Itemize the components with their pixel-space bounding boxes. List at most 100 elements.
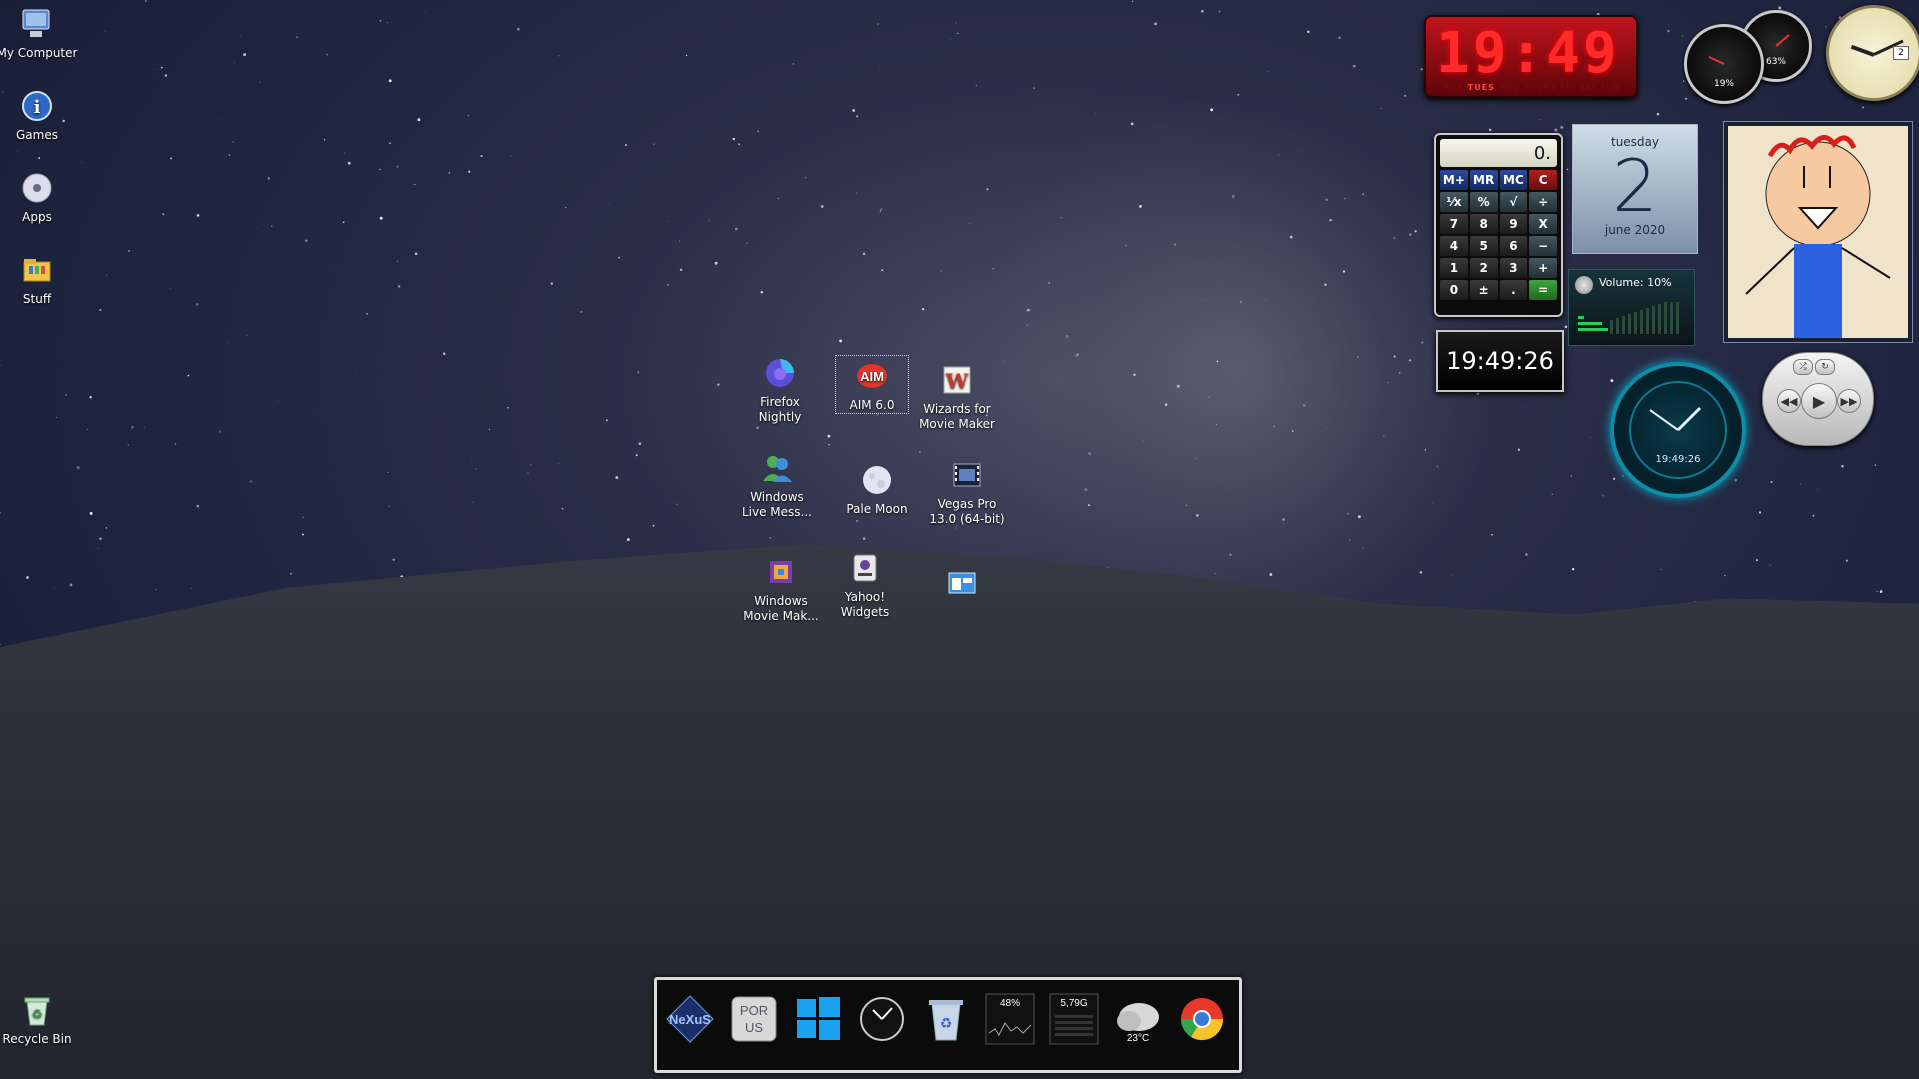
previous-icon[interactable]: ◀◀ xyxy=(1777,389,1801,413)
calc-key-mr[interactable]: MR xyxy=(1469,170,1498,190)
yahoo-widgets-icon[interactable]: Yahoo! Widgets xyxy=(820,548,910,620)
calc-key-2[interactable]: 2 xyxy=(1469,258,1498,278)
svg-text:W: W xyxy=(945,369,969,393)
calc-key-divide[interactable]: ÷ xyxy=(1529,192,1557,212)
calc-key-9[interactable]: 9 xyxy=(1499,214,1528,234)
icon-label: Yahoo! xyxy=(844,590,886,604)
icon-label: Recycle Bin xyxy=(2,1032,72,1046)
firefox-icon xyxy=(760,353,800,393)
aim-icon[interactable]: AIM AIM 6.0 xyxy=(835,355,909,414)
weather-icon[interactable]: 23°C xyxy=(1111,990,1165,1048)
calendar-widget[interactable]: tuesday 2 june 2020 xyxy=(1572,124,1698,254)
play-icon[interactable]: ▶ xyxy=(1801,383,1837,419)
disc-icon xyxy=(17,168,57,208)
led-clock-widget[interactable]: 19:49 MON TUES WED THURS FRI SAT SUN xyxy=(1424,15,1638,98)
calc-key-mplus[interactable]: M+ xyxy=(1440,170,1468,190)
recycle-bin-icon[interactable]: ♻ Recycle Bin xyxy=(0,990,82,1047)
icon-label: Windows xyxy=(750,490,804,504)
film-icon xyxy=(947,455,987,495)
volume-knob-icon[interactable] xyxy=(1575,276,1593,294)
svg-text:48%: 48% xyxy=(1000,998,1020,1009)
icon-label: AIM 6.0 xyxy=(849,398,895,412)
calc-key-sqrt[interactable]: √ xyxy=(1499,192,1528,212)
icon-label: Windows xyxy=(754,594,808,608)
firefox-nightly-icon[interactable]: Firefox Nightly xyxy=(735,353,825,425)
clock-hands xyxy=(1629,381,1727,479)
pale-moon-icon[interactable]: Pale Moon xyxy=(832,460,922,517)
windows-logo-icon[interactable] xyxy=(791,990,845,1048)
cpu-meter-icon[interactable]: 48% xyxy=(983,990,1037,1048)
movie-maker-icon xyxy=(761,552,801,592)
folder-icon xyxy=(17,250,57,290)
calc-key-0[interactable]: 0 xyxy=(1440,280,1468,300)
calc-key-minus[interactable]: − xyxy=(1529,236,1557,256)
vegas-pro-icon[interactable]: Vegas Pro 13.0 (64-bit) xyxy=(922,455,1012,527)
calc-key-percent[interactable]: % xyxy=(1469,192,1498,212)
apps-icon[interactable]: Apps xyxy=(0,168,82,225)
calc-key-1[interactable]: 1 xyxy=(1440,258,1468,278)
photo-frame-widget[interactable] xyxy=(1724,122,1912,342)
icon-label: Movie Maker xyxy=(919,417,995,431)
info-icon: i xyxy=(17,86,57,126)
recycle-bin-dock-icon[interactable]: ♻ xyxy=(919,990,973,1048)
calc-key-clear[interactable]: C xyxy=(1529,170,1557,190)
drive-meter-icon[interactable]: 5,79G xyxy=(1047,990,1101,1048)
svg-text:US: US xyxy=(745,1020,763,1035)
round-clock-widget[interactable]: 19:49:26 xyxy=(1610,362,1746,498)
wizard-icon: W xyxy=(937,360,977,400)
icon-label: Pale Moon xyxy=(846,502,908,516)
cpu-gauge-value: 19% xyxy=(1713,79,1734,89)
wizards-movie-maker-icon[interactable]: W Wizards for Movie Maker xyxy=(912,360,1002,432)
calc-key-negate[interactable]: ± xyxy=(1469,280,1498,300)
icon-label: Vegas Pro xyxy=(937,497,997,511)
svg-text:NeXuS: NeXuS xyxy=(669,1012,711,1027)
calc-key-decimal[interactable]: . xyxy=(1499,280,1528,300)
clock-icon[interactable] xyxy=(855,990,909,1048)
repeat-icon[interactable]: ↻ xyxy=(1815,359,1835,375)
chrome-icon[interactable] xyxy=(1175,990,1229,1048)
calc-key-mc[interactable]: MC xyxy=(1499,170,1528,190)
calc-key-8[interactable]: 8 xyxy=(1469,214,1498,234)
windows-movie-maker-icon[interactable]: Windows Movie Mak... xyxy=(736,552,826,624)
keyboard-layout-icon[interactable]: POR US xyxy=(727,990,781,1048)
led-time: 19:49 xyxy=(1436,21,1620,86)
calc-key-3[interactable]: 3 xyxy=(1499,258,1528,278)
calc-key-5[interactable]: 5 xyxy=(1469,236,1498,256)
icon-label: Movie Mak... xyxy=(743,609,819,623)
cpu-gauge[interactable]: 19% xyxy=(1684,24,1764,104)
icon-label: Stuff xyxy=(22,292,52,306)
media-player-widget[interactable]: ◀◀ ▶ ▶▶ ⤮ ↻ xyxy=(1762,352,1874,446)
calc-key-plus[interactable]: + xyxy=(1529,258,1557,278)
calc-key-6[interactable]: 6 xyxy=(1499,236,1528,256)
volume-bars xyxy=(1578,302,1679,334)
next-icon[interactable]: ▶▶ xyxy=(1837,389,1861,413)
my-computer-icon[interactable]: My Computer xyxy=(0,4,82,61)
control-panel-icon[interactable] xyxy=(917,563,1007,605)
widgets-icon xyxy=(845,548,885,588)
calc-key-7[interactable]: 7 xyxy=(1440,214,1468,234)
volume-widget[interactable]: Volume: 10% xyxy=(1568,269,1695,346)
aim-badge-text: AIM xyxy=(860,369,884,384)
icon-label: 13.0 (64-bit) xyxy=(929,512,1005,526)
calc-key-multiply[interactable]: X xyxy=(1529,214,1557,234)
calc-key-equals[interactable]: = xyxy=(1529,280,1557,300)
recycle-icon: ♻ xyxy=(17,990,57,1030)
computer-icon xyxy=(17,4,57,44)
stuff-icon[interactable]: Stuff xyxy=(0,250,82,307)
windows-live-messenger-icon[interactable]: Windows Live Mess... xyxy=(732,448,822,520)
calc-key-4[interactable]: 4 xyxy=(1440,236,1468,256)
svg-text:POR: POR xyxy=(740,1003,768,1018)
cartoon-image xyxy=(1745,135,1891,338)
window-icon xyxy=(942,563,982,603)
icon-label: Firefox xyxy=(760,395,800,409)
calculator-widget[interactable]: 0. M+ MR MC C ⅟x % √ ÷ 7 8 9 X 4 5 6 − 1… xyxy=(1434,133,1563,317)
games-icon[interactable]: i Games xyxy=(0,86,82,143)
icon-label: Wizards for xyxy=(923,402,991,416)
analog-clock-widget[interactable]: 2 xyxy=(1826,5,1919,101)
calendar-month: june 2020 xyxy=(1604,223,1666,237)
shuffle-icon[interactable]: ⤮ xyxy=(1793,359,1813,375)
messenger-icon xyxy=(757,448,797,488)
digital-clock-widget[interactable]: 19:49:26 xyxy=(1436,330,1564,392)
calc-key-reciprocal[interactable]: ⅟x xyxy=(1440,192,1468,212)
nexus-icon[interactable]: NeXuS xyxy=(663,990,717,1048)
